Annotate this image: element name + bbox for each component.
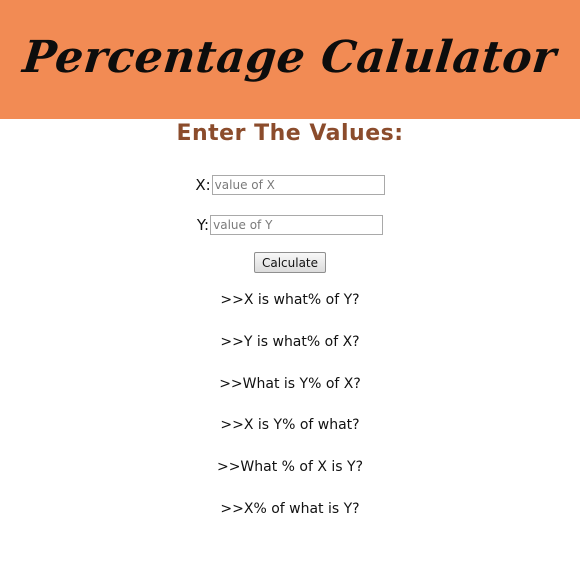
page-title: Percentage Calulator: [20, 32, 560, 83]
y-field-row: Y:: [0, 215, 580, 235]
question-y-percent-of-x: >>Y is what% of X?: [220, 334, 360, 350]
header-banner: Percentage Calulator: [0, 0, 580, 119]
question-y-percent-of-x-value: >>What is Y% of X?: [219, 376, 361, 392]
calculate-wrap: Calculate: [0, 252, 580, 273]
question-x-is-y-percent-of-what: >>X is Y% of what?: [220, 417, 360, 433]
x-input[interactable]: [211, 175, 385, 195]
calculate-button[interactable]: Calculate: [253, 252, 327, 273]
question-x-percent-of-y: >>X is what% of Y?: [220, 292, 360, 308]
y-input[interactable]: [210, 215, 384, 235]
x-field-row: X:: [0, 175, 580, 195]
form-heading: Enter The Values:: [176, 121, 404, 146]
y-label: Y:: [196, 216, 210, 234]
x-label: X:: [195, 176, 211, 194]
question-x-percent-of-what-is-y: >>X% of what is Y?: [220, 501, 360, 517]
question-what-percent-of-x-is-y: >>What % of X is Y?: [216, 459, 364, 475]
